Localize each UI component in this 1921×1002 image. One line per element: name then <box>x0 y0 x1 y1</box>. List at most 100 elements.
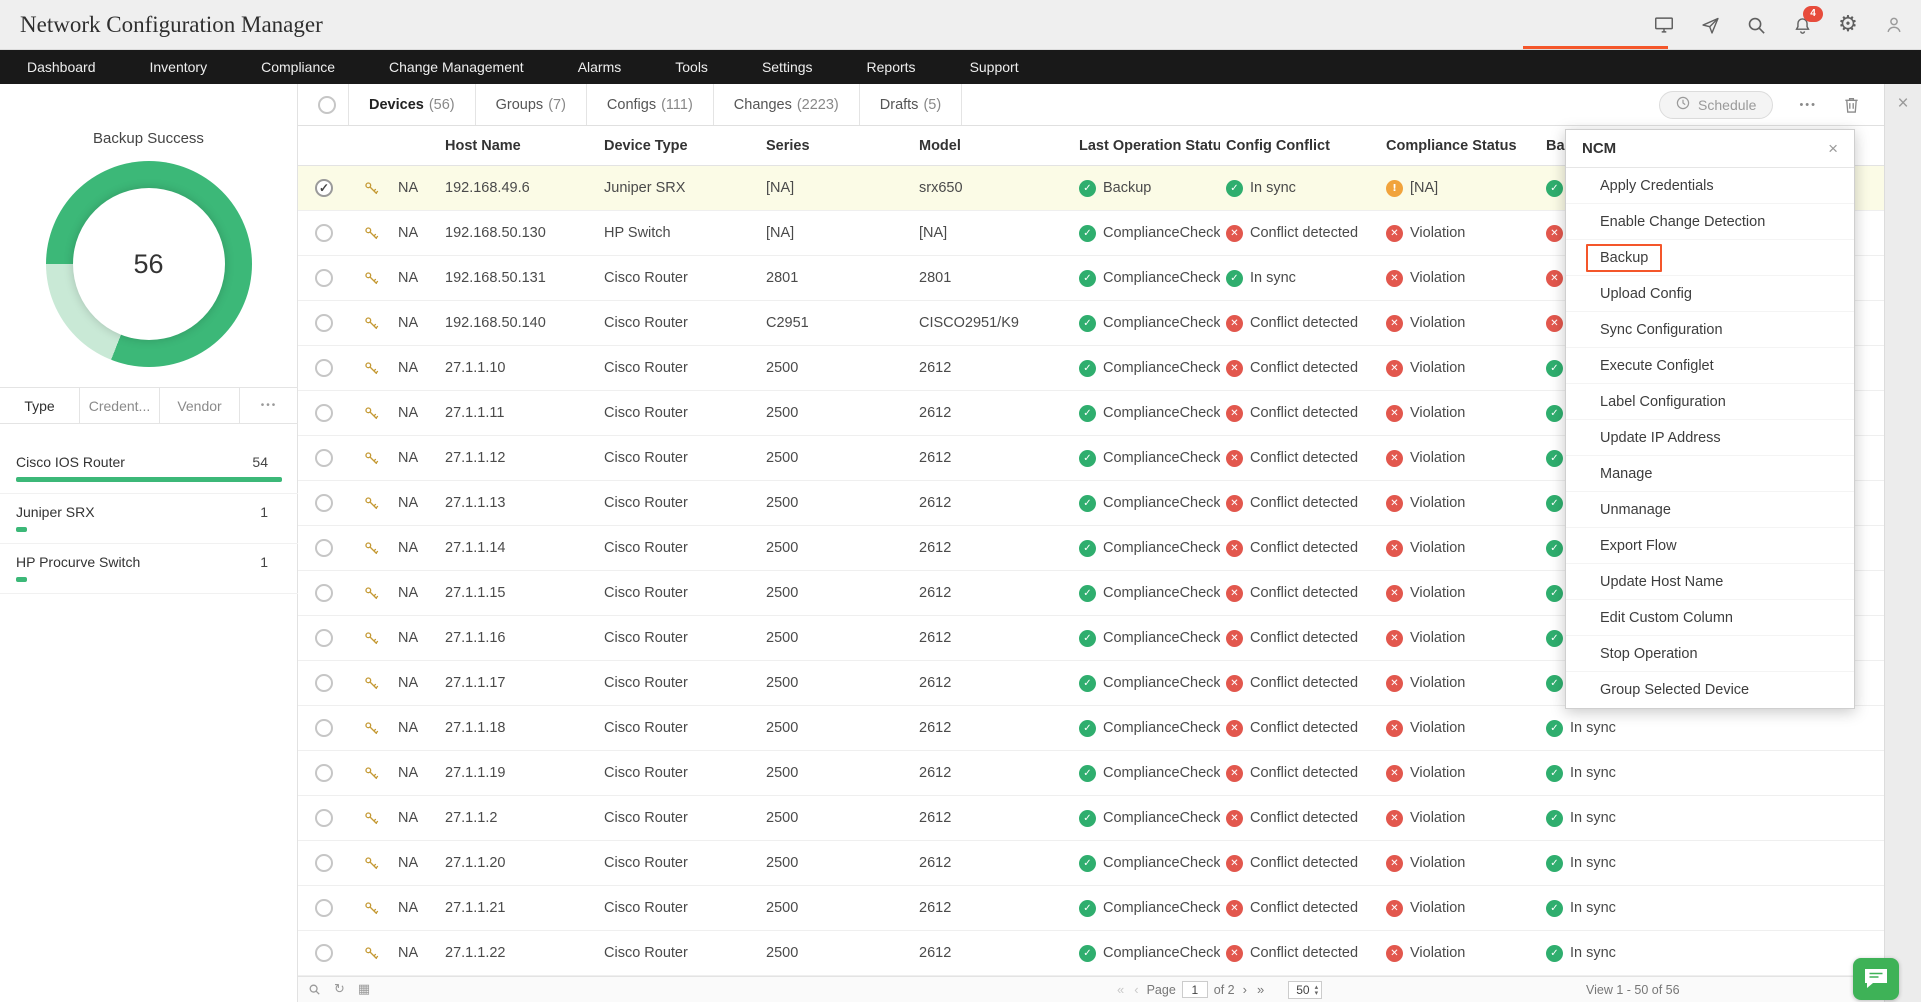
menu-item-update-host-name[interactable]: Update Host Name <box>1566 564 1854 600</box>
nav-item-change-management[interactable]: Change Management <box>362 50 551 84</box>
menu-item-upload-config[interactable]: Upload Config <box>1566 276 1854 312</box>
tab-devices[interactable]: Devices(56) <box>349 84 476 125</box>
tab-changes[interactable]: Changes(2223) <box>714 84 860 125</box>
menu-item-apply-credentials[interactable]: Apply Credentials <box>1566 168 1854 204</box>
select-all-checkbox[interactable] <box>318 96 336 114</box>
row-checkbox[interactable] <box>315 674 333 692</box>
row-checkbox[interactable] <box>315 359 333 377</box>
error-icon: ✕ <box>1226 945 1243 962</box>
device-type-row[interactable]: Juniper SRX1 <box>0 494 298 544</box>
menu-item-label-configuration[interactable]: Label Configuration <box>1566 384 1854 420</box>
table-row[interactable]: NA27.1.1.21Cisco Router25002612✓Complian… <box>298 886 1884 931</box>
row-checkbox[interactable] <box>315 449 333 467</box>
table-row[interactable]: NA27.1.1.20Cisco Router25002612✓Complian… <box>298 841 1884 886</box>
col-header-last-operation-status[interactable]: Last Operation Status <box>1073 126 1220 165</box>
row-checkbox[interactable] <box>315 224 333 242</box>
sidebar-tab-type[interactable]: Type <box>0 388 80 423</box>
first-page-icon[interactable]: « <box>1115 982 1126 997</box>
demo-monitor-icon[interactable] <box>1651 12 1677 38</box>
col-header-blank-0[interactable] <box>298 126 350 165</box>
row-checkbox[interactable] <box>315 719 333 737</box>
tab-groups[interactable]: Groups(7) <box>476 84 587 125</box>
menu-item-update-ip-address[interactable]: Update IP Address <box>1566 420 1854 456</box>
col-header-blank-1[interactable] <box>350 126 392 165</box>
menu-item-enable-change-detection[interactable]: Enable Change Detection <box>1566 204 1854 240</box>
menu-item-execute-configlet[interactable]: Execute Configlet <box>1566 348 1854 384</box>
table-row[interactable]: NA27.1.1.2Cisco Router25002612✓Complianc… <box>298 796 1884 841</box>
device-type-row[interactable]: Cisco IOS Router54 <box>0 444 298 494</box>
menu-item-manage[interactable]: Manage <box>1566 456 1854 492</box>
row-checkbox[interactable] <box>315 404 333 422</box>
row-checkbox[interactable] <box>315 629 333 647</box>
sidebar-tab-vendor[interactable]: Vendor <box>160 388 240 423</box>
compliance-status: ![NA] <box>1380 166 1540 210</box>
credential-key-icon <box>364 811 379 826</box>
series: 2500 <box>760 571 913 615</box>
menu-item-export-flow[interactable]: Export Flow <box>1566 528 1854 564</box>
delete-icon[interactable] <box>1843 96 1860 114</box>
menu-item-sync-configuration[interactable]: Sync Configuration <box>1566 312 1854 348</box>
success-icon: ✓ <box>1079 855 1096 872</box>
nav-item-inventory[interactable]: Inventory <box>123 50 235 84</box>
nav-item-dashboard[interactable]: Dashboard <box>0 50 123 84</box>
col-header-model[interactable]: Model <box>913 126 1073 165</box>
notifications-bell-icon[interactable]: 4 <box>1789 12 1815 38</box>
nav-item-support[interactable]: Support <box>943 50 1046 84</box>
device-type: Cisco Router <box>598 571 760 615</box>
prev-page-icon[interactable]: ‹ <box>1132 982 1140 997</box>
tab-configs[interactable]: Configs(111) <box>587 84 714 125</box>
row-checkbox[interactable] <box>315 539 333 557</box>
row-checkbox[interactable] <box>315 494 333 512</box>
user-profile-icon[interactable] <box>1881 12 1907 38</box>
menu-item-stop-operation[interactable]: Stop Operation <box>1566 636 1854 672</box>
settings-gear-icon[interactable]: ⚙ <box>1835 12 1861 38</box>
page-number-input[interactable] <box>1182 981 1208 998</box>
footer-search-icon[interactable] <box>308 983 321 996</box>
next-page-icon[interactable]: › <box>1241 982 1249 997</box>
page-size-select[interactable]: 50 ▴▾ <box>1288 981 1322 999</box>
chat-button[interactable] <box>1853 958 1899 1000</box>
menu-item-backup[interactable]: Backup <box>1566 240 1854 276</box>
row-checkbox[interactable] <box>315 764 333 782</box>
menu-close-icon[interactable]: × <box>1828 139 1838 159</box>
device-type-row[interactable]: HP Procurve Switch1 <box>0 544 298 594</box>
close-panel-icon[interactable]: × <box>1885 93 1921 115</box>
config-conflict: ✕Conflict detected <box>1220 481 1380 525</box>
row-checkbox[interactable] <box>315 899 333 917</box>
col-header-device-type[interactable]: Device Type <box>598 126 760 165</box>
tab-drafts[interactable]: Drafts(5) <box>860 84 962 125</box>
nav-item-settings[interactable]: Settings <box>735 50 840 84</box>
sidebar-tabs-more-icon[interactable]: ••• <box>240 388 298 423</box>
device-name: NA <box>392 436 439 480</box>
col-header-host-name[interactable]: Host Name <box>439 126 598 165</box>
col-header-blank-2[interactable] <box>392 126 439 165</box>
menu-item-group-selected-device[interactable]: Group Selected Device <box>1566 672 1854 708</box>
row-checkbox[interactable] <box>315 269 333 287</box>
row-checkbox[interactable] <box>315 314 333 332</box>
row-checkbox[interactable] <box>315 584 333 602</box>
last-page-icon[interactable]: » <box>1255 982 1266 997</box>
nav-item-tools[interactable]: Tools <box>648 50 735 84</box>
col-header-compliance-status[interactable]: Compliance Status <box>1380 126 1540 165</box>
nav-item-alarms[interactable]: Alarms <box>551 50 649 84</box>
search-icon[interactable] <box>1743 12 1769 38</box>
footer-refresh-icon[interactable]: ↻ <box>334 982 345 997</box>
launch-plane-icon[interactable] <box>1697 12 1723 38</box>
col-header-series[interactable]: Series <box>760 126 913 165</box>
row-checkbox[interactable] <box>315 179 333 197</box>
row-checkbox[interactable] <box>315 809 333 827</box>
row-checkbox[interactable] <box>315 854 333 872</box>
more-actions-icon[interactable]: ••• <box>1799 99 1817 111</box>
menu-item-unmanage[interactable]: Unmanage <box>1566 492 1854 528</box>
nav-item-compliance[interactable]: Compliance <box>234 50 362 84</box>
menu-item-edit-custom-column[interactable]: Edit Custom Column <box>1566 600 1854 636</box>
footer-grid-icon[interactable]: ▦ <box>358 982 370 997</box>
schedule-button[interactable]: Schedule <box>1659 91 1773 119</box>
row-checkbox[interactable] <box>315 944 333 962</box>
table-row[interactable]: NA27.1.1.22Cisco Router25002612✓Complian… <box>298 931 1884 976</box>
col-header-config-conflict[interactable]: Config Conflict <box>1220 126 1380 165</box>
table-row[interactable]: NA27.1.1.18Cisco Router25002612✓Complian… <box>298 706 1884 751</box>
nav-item-reports[interactable]: Reports <box>840 50 943 84</box>
sidebar-tab-credent[interactable]: Credent... <box>80 388 160 423</box>
table-row[interactable]: NA27.1.1.19Cisco Router25002612✓Complian… <box>298 751 1884 796</box>
